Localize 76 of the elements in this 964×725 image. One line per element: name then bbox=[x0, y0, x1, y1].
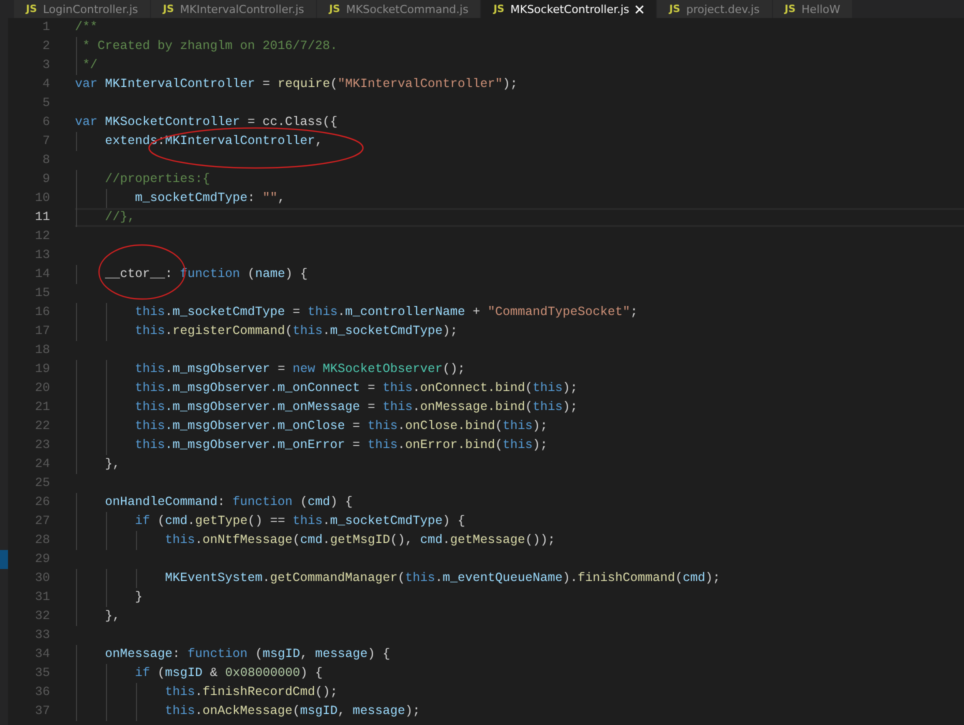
line-number: 3 bbox=[41, 57, 50, 74]
line-number: 20 bbox=[34, 380, 50, 397]
close-icon[interactable] bbox=[635, 4, 644, 14]
js-file-icon: JS bbox=[493, 4, 504, 14]
line-number: 4 bbox=[41, 76, 50, 93]
code-line: this.m_socketCmdType = this.m_controllerName + "CommandTypeSocket"; bbox=[134, 305, 638, 319]
line-number: 8 bbox=[41, 152, 50, 169]
code-line: //}, bbox=[104, 210, 136, 224]
line-number: 21 bbox=[34, 399, 50, 416]
js-file-icon: JS bbox=[26, 4, 37, 14]
code-line: }, bbox=[104, 609, 120, 623]
code-line: this.m_msgObserver.m_onClose = this.onClose.bind(this); bbox=[134, 419, 548, 433]
line-number: 36 bbox=[34, 684, 50, 701]
file-tab[interactable]: JS LoginController.js bbox=[14, 0, 151, 18]
code-line: MKEventSystem.getCommandManager(this.m_eventQueueName).finishCommand(cmd); bbox=[164, 571, 720, 585]
line-number: 33 bbox=[34, 627, 50, 644]
line-number: 7 bbox=[41, 133, 50, 150]
line-number: 31 bbox=[34, 589, 50, 606]
code-line: //properties:{ bbox=[104, 172, 210, 186]
js-file-icon: JS bbox=[669, 4, 680, 14]
line-number: 12 bbox=[34, 228, 50, 245]
line-number: 13 bbox=[34, 247, 50, 264]
line-number: 25 bbox=[34, 475, 50, 492]
js-file-icon: JS bbox=[784, 4, 796, 14]
line-number: 16 bbox=[34, 304, 50, 321]
line-number: 28 bbox=[34, 532, 50, 549]
line-number: 35 bbox=[34, 665, 50, 682]
line-number: 15 bbox=[34, 285, 50, 302]
code-line: this.m_msgObserver.m_onError = this.onError.bind(this); bbox=[134, 438, 548, 452]
code-line: var MKIntervalController = require("MKIntervalController"); bbox=[75, 77, 518, 91]
line-number: 24 bbox=[34, 456, 50, 473]
line-number: 10 bbox=[34, 190, 50, 207]
line-number: 22 bbox=[34, 418, 50, 435]
code-line: } bbox=[134, 590, 143, 604]
line-number: 19 bbox=[34, 361, 50, 378]
code-line: if (cmd.getType() == this.m_socketCmdType) { bbox=[134, 514, 466, 528]
code-line: onHandleCommand: function (cmd) { bbox=[104, 495, 353, 509]
line-number: 29 bbox=[34, 551, 50, 568]
line-number: 34 bbox=[34, 646, 50, 663]
code-line: if (msgID & 0x08000000) { bbox=[134, 666, 323, 680]
code-line: this.registerCommand(this.m_socketCmdType); bbox=[134, 324, 458, 338]
line-number: 30 bbox=[34, 570, 50, 587]
file-tab[interactable]: JS project.dev.js bbox=[657, 0, 773, 18]
code-line: this.m_msgObserver.m_onMessage = this.onMessage.bind(this); bbox=[134, 400, 578, 414]
code-line: var MKSocketController = cc.Class({ bbox=[75, 115, 338, 129]
line-number: 6 bbox=[41, 114, 50, 131]
file-tab[interactable]: JS MKSocketCommand.js bbox=[317, 0, 482, 18]
code-line: this.onAckMessage(msgID, message); bbox=[164, 704, 420, 718]
js-file-icon: JS bbox=[329, 4, 340, 14]
js-file-icon: JS bbox=[163, 4, 174, 14]
line-number: 9 bbox=[41, 171, 50, 188]
line-number: 2 bbox=[41, 38, 50, 55]
line-number: 11 bbox=[34, 209, 50, 226]
code-line: }, bbox=[104, 457, 120, 471]
line-number: 18 bbox=[34, 342, 50, 359]
line-number: 27 bbox=[34, 513, 50, 530]
line-number: 37 bbox=[34, 703, 50, 720]
file-tab[interactable]: JS MKSocketController.js bbox=[481, 0, 658, 18]
code-line: * Created by zhanglm on 2016/7/28. bbox=[82, 39, 338, 53]
line-number: 5 bbox=[41, 95, 50, 112]
code-line: /** bbox=[75, 20, 98, 34]
code-line: this.m_msgObserver = new MKSocketObserver(); bbox=[134, 362, 466, 376]
code-line: this.finishRecordCmd(); bbox=[164, 685, 338, 699]
code-line: this.onNtfMessage(cmd.getMsgID(), cmd.getMessage()); bbox=[164, 533, 556, 547]
line-number: 32 bbox=[34, 608, 50, 625]
file-tab[interactable]: JS HelloW bbox=[772, 0, 854, 18]
code-line: */ bbox=[82, 58, 98, 72]
line-number: 14 bbox=[34, 266, 50, 283]
line-number: 17 bbox=[34, 323, 50, 340]
code-line: m_socketCmdType: "", bbox=[134, 191, 286, 205]
file-tab[interactable]: JS MKIntervalController.js bbox=[151, 0, 318, 18]
code-line: onMessage: function (msgID, message) { bbox=[104, 647, 390, 661]
code-line: this.m_msgObserver.m_onConnect = this.onConnect.bind(this); bbox=[134, 381, 578, 395]
line-number: 23 bbox=[34, 437, 50, 454]
line-number: 26 bbox=[34, 494, 50, 511]
line-number: 1 bbox=[41, 19, 50, 36]
